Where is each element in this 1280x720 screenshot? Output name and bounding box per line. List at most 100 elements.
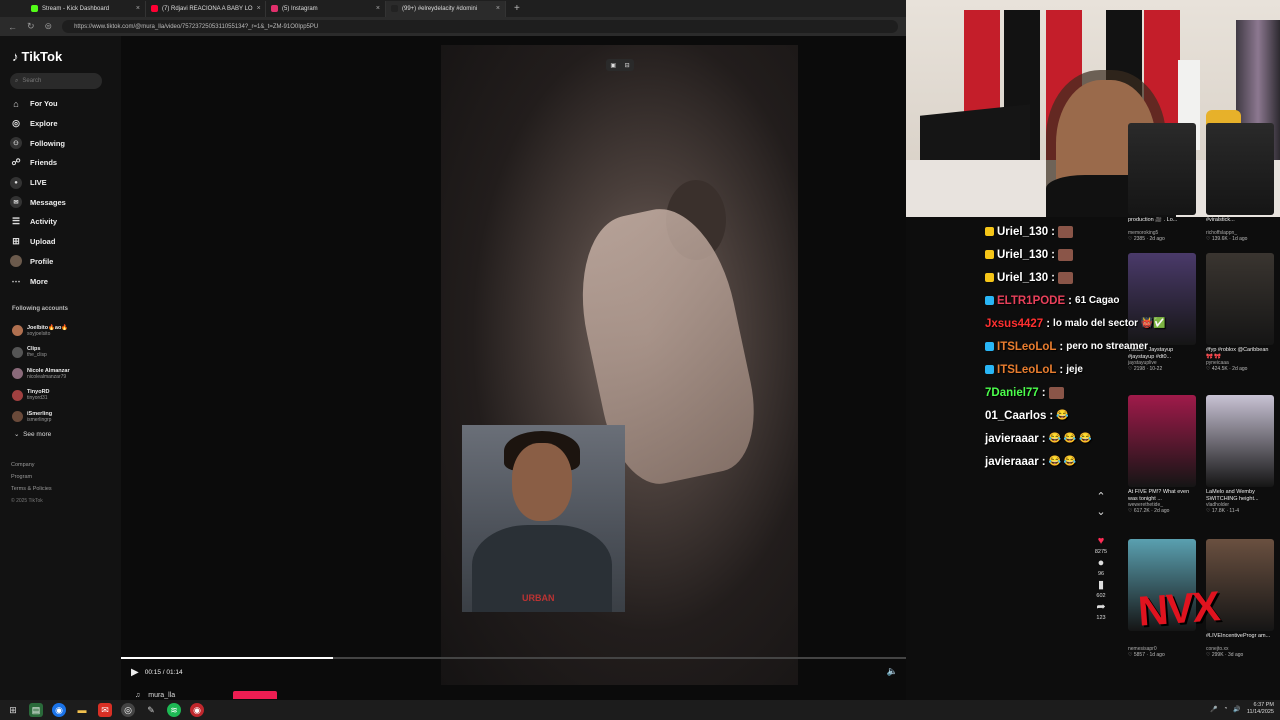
- comment-icon[interactable]: ●: [1098, 556, 1105, 570]
- clock[interactable]: 6:37 PM 11/14/2025: [1247, 702, 1274, 716]
- following-account[interactable]: TinyoRD tinyord31: [12, 385, 117, 407]
- account-text: Nicole Almanzar nicolealmanzar79: [27, 368, 70, 380]
- chat-username[interactable]: Uriel_130: [997, 249, 1048, 261]
- like-icon[interactable]: ♥: [1098, 534, 1105, 548]
- following-account[interactable]: iSmerling ismerlingrp: [12, 406, 117, 428]
- chat-username[interactable]: ITSLeoLoL: [997, 341, 1056, 353]
- obs-icon[interactable]: ◎: [121, 703, 135, 717]
- chat-message: 7Daniel77 :: [985, 381, 1125, 404]
- browser-tab[interactable]: (7) Rdjavi REACIONA A BABY LO ×: [146, 0, 266, 17]
- browser-tab[interactable]: Stream - Kick Dashboard ×: [26, 0, 146, 17]
- video-meta: ♡ 299K · 3d ago: [1206, 652, 1274, 659]
- nav-item-for-you[interactable]: ⌂ For You: [10, 94, 115, 114]
- video-thumbnail[interactable]: [1128, 395, 1196, 487]
- video-thumbnail[interactable]: [1206, 395, 1274, 487]
- tiktok-logo[interactable]: ♪ TikTok: [12, 49, 62, 64]
- mail-icon[interactable]: ✉: [98, 703, 112, 717]
- video-thumbnail[interactable]: [1206, 253, 1274, 345]
- nav-item-upload[interactable]: ⊞ Upload: [10, 232, 115, 252]
- reload-icon[interactable]: ↻: [27, 21, 35, 32]
- recommended-video[interactable]: #viralstick... richoffslappn_ ♡ 139.6K · 1…: [1206, 123, 1274, 243]
- nav-item-following[interactable]: ⚇ Following: [10, 133, 115, 153]
- nav-item-explore[interactable]: ◎ Explore: [10, 114, 115, 134]
- video-progress-bar[interactable]: [121, 657, 906, 659]
- wifi-icon[interactable]: ◔: [1224, 706, 1228, 712]
- close-icon[interactable]: ×: [376, 5, 380, 12]
- chat-username[interactable]: 01_Caarlos: [985, 410, 1046, 422]
- nav-item-label: For You: [30, 99, 58, 109]
- stream-chat: Uriel_130 : Uriel_130 : Uriel_130 : ELTR1PO…: [985, 220, 1166, 473]
- following-account[interactable]: Joelbito🔥ao🔥 soyjoelsito: [12, 320, 117, 342]
- video-thumbnail[interactable]: [1128, 123, 1196, 215]
- video-thumbnail[interactable]: [1206, 123, 1274, 215]
- url-field[interactable]: https://www.tiktok.com/@mura_lla/video/7…: [62, 20, 898, 33]
- following-accounts-list: Joelbito🔥ao🔥 soyjoelsito Clips the_clisp Nic…: [12, 320, 117, 428]
- tab-favicon-icon: [391, 5, 398, 12]
- recommended-video[interactable]: production 🎥 . Lo... memoroking5 ♡ 2385 · …: [1128, 123, 1196, 243]
- footer-link-program[interactable]: Program: [11, 471, 52, 483]
- video-caption: #viralstick...: [1206, 217, 1235, 223]
- new-tab-button[interactable]: +: [514, 3, 520, 14]
- stream-overlay-logo: NVX: [1136, 582, 1220, 635]
- video-top-controls[interactable]: ▣ ⊟: [606, 59, 634, 71]
- recommended-video[interactable]: Twitch - Jaystayup #jaystayup #dt0... jay…: [1128, 253, 1196, 373]
- nav-item-activity[interactable]: ☰ Activity: [10, 212, 115, 232]
- captions-icon[interactable]: ⊟: [625, 62, 630, 69]
- back-icon[interactable]: ←: [8, 22, 17, 32]
- chat-badge-icon: [985, 227, 994, 236]
- search-input[interactable]: ⌕ Search: [10, 73, 102, 89]
- nav-item-profile[interactable]: Profile: [10, 252, 115, 272]
- following-account[interactable]: Clips the_clisp: [12, 342, 117, 364]
- recorder-icon[interactable]: ◉: [190, 703, 204, 717]
- recommended-video[interactable]: #fyp #roblox @Caribbean 🎀 🎀 pyneicaaa ♡ 42…: [1206, 253, 1274, 373]
- terminal-icon[interactable]: ▤: [29, 703, 43, 717]
- chat-username[interactable]: ITSLeoLoL: [997, 364, 1056, 376]
- browser-tab[interactable]: (99+) #elreydelacity #domini ×: [386, 0, 506, 17]
- footer-link-terms[interactable]: Terms & Policies: [11, 483, 52, 495]
- chat-username[interactable]: Uriel_130: [997, 226, 1048, 238]
- chat-username[interactable]: Jxsus4427: [985, 318, 1043, 330]
- chat-username[interactable]: javieraaar: [985, 456, 1039, 468]
- follow-button[interactable]: [233, 691, 278, 699]
- chat-username[interactable]: javieraaar: [985, 433, 1039, 445]
- nav-item-label: More: [30, 276, 48, 286]
- tab-title: Stream - Kick Dashboard: [42, 5, 110, 12]
- chrome-icon[interactable]: ◉: [52, 703, 66, 717]
- like-count: 8275: [1094, 549, 1108, 555]
- file-explorer-icon[interactable]: ▬: [75, 703, 89, 717]
- nav-item-friends[interactable]: ☍ Friends: [10, 153, 115, 173]
- chevron-down-icon[interactable]: ⌄: [1096, 505, 1105, 519]
- browser-tab[interactable]: (5) Instagram ×: [266, 0, 386, 17]
- following-account[interactable]: Nicole Almanzar nicolealmanzar79: [12, 363, 117, 385]
- site-info-icon[interactable]: ⊜: [45, 21, 53, 32]
- bookmark-icon[interactable]: ▮: [1098, 578, 1104, 592]
- chat-username[interactable]: Uriel_130: [997, 272, 1048, 284]
- pen-icon[interactable]: ✎: [144, 703, 158, 717]
- volume-icon[interactable]: 🔈: [887, 666, 898, 677]
- mic-icon[interactable]: 🎤: [1210, 706, 1217, 713]
- see-more-button[interactable]: ⌄ See more: [14, 430, 51, 438]
- nav-item-live[interactable]: ● LIVE: [10, 173, 115, 193]
- play-icon[interactable]: ▶: [131, 667, 139, 678]
- close-icon[interactable]: ×: [257, 5, 261, 12]
- footer-link-company[interactable]: Company: [11, 459, 52, 471]
- pip-icon[interactable]: ▣: [610, 62, 616, 69]
- recommended-video[interactable]: At FIVE PM!? What even was tonight ... we…: [1128, 395, 1196, 515]
- spotify-icon[interactable]: ≋: [167, 703, 181, 717]
- video-thumbnail[interactable]: [1128, 253, 1196, 345]
- close-icon[interactable]: ×: [496, 5, 500, 12]
- recommended-video[interactable]: LaMelo and Wemby SWITCHING height... vlad…: [1206, 395, 1274, 515]
- following-accounts-title: Following accounts: [12, 306, 69, 312]
- chevron-up-icon[interactable]: ⌃: [1096, 490, 1105, 504]
- share-icon[interactable]: ➦: [1096, 600, 1105, 614]
- video-author[interactable]: mura_lla: [148, 692, 175, 699]
- close-icon[interactable]: ×: [136, 5, 140, 12]
- nav-item-messages[interactable]: ✉ Messages: [10, 192, 115, 212]
- windows-start-icon[interactable]: ⊞: [6, 703, 20, 717]
- speaker-icon[interactable]: 🔊: [1233, 706, 1240, 713]
- nav-item-more[interactable]: ⋯ More: [10, 271, 115, 291]
- video-progress-fill: [121, 657, 333, 659]
- chat-username[interactable]: 7Daniel77: [985, 387, 1039, 399]
- chat-username[interactable]: ELTR1PODE: [997, 295, 1065, 307]
- video-caption: At FIVE PM!? What even was tonight ...: [1128, 489, 1190, 502]
